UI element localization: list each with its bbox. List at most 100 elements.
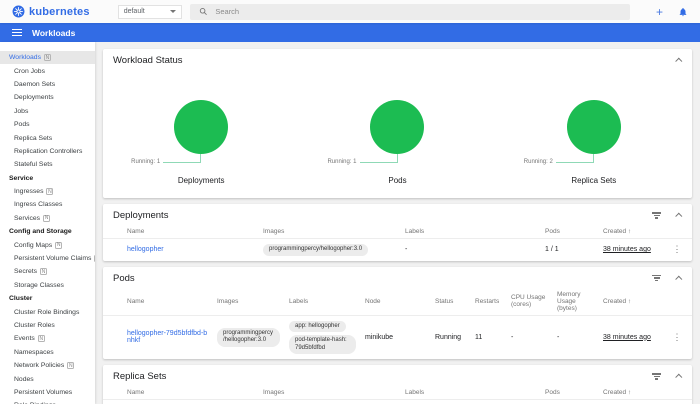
replica-sets-table-header: Name Images Labels Pods Created ↑ xyxy=(103,386,692,399)
sidebar-item-secrets[interactable]: Secrets N xyxy=(0,265,95,278)
topbar-actions: + xyxy=(656,6,688,18)
sidebar-item-role-bindings[interactable]: Role Bindings xyxy=(0,399,95,404)
col-name[interactable]: Name xyxy=(127,298,217,305)
col-images[interactable]: Images xyxy=(217,298,289,305)
create-resource-button[interactable]: + xyxy=(656,6,663,18)
filter-icon[interactable] xyxy=(652,211,661,220)
namespaced-badge: N xyxy=(46,188,54,196)
deployments-pie-chart: Running: 1 Deployments xyxy=(103,70,299,198)
col-node[interactable]: Node xyxy=(365,298,435,305)
namespace-value: default xyxy=(123,8,145,15)
menu-hamburger-icon[interactable] xyxy=(12,27,22,38)
col-name[interactable]: Name xyxy=(127,389,263,396)
replica-sets-pie-chart: Running: 2 Replica Sets xyxy=(496,70,692,198)
namespaced-badge: N xyxy=(67,362,75,370)
cpu-cell: - xyxy=(511,333,514,341)
filter-icon[interactable] xyxy=(652,372,661,381)
node-cell: minikube xyxy=(365,333,394,341)
sidebar-item-persistent-volumes[interactable]: Persistent Volumes xyxy=(0,386,95,399)
pod-name-link[interactable]: hellogopher-79d5bfdfbd-bnhkf xyxy=(127,330,217,344)
replica-sets-title: Replica Sets xyxy=(113,371,167,382)
sidebar-item-nodes[interactable]: Nodes xyxy=(0,372,95,385)
sidebar-item-cluster-role-bindings[interactable]: Cluster Role Bindings xyxy=(0,305,95,318)
col-created[interactable]: Created ↑ xyxy=(603,389,670,396)
chart-title: Pods xyxy=(388,176,407,185)
col-status[interactable]: Status xyxy=(435,298,475,305)
col-cpu[interactable]: CPU Usage (cores) xyxy=(511,294,557,308)
restarts-cell: 11 xyxy=(475,333,483,341)
namespaced-badge: N xyxy=(43,214,51,222)
sidebar-item-replica-sets[interactable]: Replica Sets xyxy=(0,131,95,144)
namespaced-badge: N xyxy=(37,335,45,343)
replica-sets-card: Replica Sets Name Images Labels Pods Cre… xyxy=(103,365,692,404)
sidebar-item-config-maps[interactable]: Config Maps N xyxy=(0,238,95,251)
sidebar-item-stateful-sets[interactable]: Stateful Sets xyxy=(0,158,95,171)
sidebar-nav: Workloads N Cron Jobs Daemon Sets Deploy… xyxy=(0,42,95,404)
sidebar-item-ingress-classes[interactable]: Ingress Classes xyxy=(0,198,95,211)
sidebar-item-ingresses[interactable]: Ingresses N xyxy=(0,185,95,198)
pods-title: Pods xyxy=(113,272,135,284)
status-cell: Running xyxy=(435,333,462,341)
col-labels[interactable]: Labels xyxy=(405,228,545,235)
collapse-chevron-up-icon[interactable] xyxy=(675,57,683,65)
collapse-chevron-up-icon[interactable] xyxy=(675,275,683,283)
col-pods[interactable]: Pods xyxy=(545,228,603,235)
sidebar-item-events[interactable]: Events N xyxy=(0,332,95,345)
col-created[interactable]: Created ↑ xyxy=(603,298,670,305)
deployments-title: Deployments xyxy=(113,210,169,221)
collapse-chevron-up-icon[interactable] xyxy=(675,212,683,220)
kubernetes-wheel-icon xyxy=(12,5,25,18)
pods-pie-chart: Running: 1 Pods xyxy=(299,70,495,198)
col-labels[interactable]: Labels xyxy=(405,389,545,396)
col-memory[interactable]: Memory Usage (bytes) xyxy=(557,291,603,312)
sidebar-item-deployments[interactable]: Deployments xyxy=(0,91,95,104)
labels-cell: app: hellogopher pod-template-hash: 79d5… xyxy=(289,320,365,354)
sidebar-item-cluster-roles[interactable]: Cluster Roles xyxy=(0,319,95,332)
deployment-name-link[interactable]: hellogopher xyxy=(127,246,263,253)
kubernetes-logo[interactable]: kubernetes xyxy=(12,5,90,18)
row-menu-button[interactable]: ⋮ xyxy=(670,332,684,343)
created-cell: 38 minutes ago xyxy=(603,333,651,341)
sidebar-item-storage-classes[interactable]: Storage Classes xyxy=(0,279,95,292)
col-images[interactable]: Images xyxy=(263,389,405,396)
sidebar-item-services[interactable]: Services N xyxy=(0,212,95,225)
pie-circle xyxy=(174,100,229,154)
chevron-down-icon xyxy=(169,10,176,13)
sidebar-item-namespaces[interactable]: Namespaces xyxy=(0,346,95,359)
kubernetes-dashboard: kubernetes default + Workloads Workloads xyxy=(0,0,700,404)
workload-status-title: Workload Status xyxy=(113,55,183,66)
pods-table-header: Name Images Labels Node Status Restarts … xyxy=(103,288,692,315)
sidebar-item-network-policies[interactable]: Network Policies N xyxy=(0,359,95,372)
namespaced-badge: N xyxy=(43,54,51,62)
pods-cell: 1 / 1 xyxy=(545,246,559,254)
namespace-selector[interactable]: default xyxy=(117,4,182,19)
col-labels[interactable]: Labels xyxy=(289,298,365,305)
sidebar-item-replication-controllers[interactable]: Replication Controllers xyxy=(0,145,95,158)
pie-circle xyxy=(566,100,621,154)
col-pods[interactable]: Pods xyxy=(545,389,603,396)
top-header: kubernetes default + xyxy=(0,0,700,23)
sidebar-item-jobs[interactable]: Jobs xyxy=(0,105,95,118)
sidebar-item-pods[interactable]: Pods xyxy=(0,118,95,131)
col-images[interactable]: Images xyxy=(263,228,405,235)
namespaced-badge: N xyxy=(94,255,95,263)
sidebar-item-daemon-sets[interactable]: Daemon Sets xyxy=(0,78,95,91)
notifications-bell-icon[interactable] xyxy=(678,7,688,17)
chart-title: Deployments xyxy=(177,176,225,185)
search-input[interactable] xyxy=(215,7,621,16)
sidebar-item-workloads[interactable]: Workloads N xyxy=(0,51,95,65)
pie-callout-line xyxy=(555,154,594,163)
col-restarts[interactable]: Restarts xyxy=(475,298,511,305)
row-menu-button[interactable]: ⋮ xyxy=(670,244,684,255)
pod-row[interactable]: hellogopher-79d5bfdfbd-bnhkf programming… xyxy=(103,314,692,360)
col-created[interactable]: Created ↑ xyxy=(603,228,670,235)
labels-cell: - xyxy=(405,246,408,254)
search-bar[interactable] xyxy=(189,3,630,20)
replica-set-row[interactable]: hellogopher-79d5bfdfbd programmingpercy/… xyxy=(103,399,692,404)
filter-icon[interactable] xyxy=(652,274,661,283)
collapse-chevron-up-icon[interactable] xyxy=(675,373,683,381)
col-name[interactable]: Name xyxy=(127,228,263,235)
sidebar-item-persistent-volume-claims[interactable]: Persistent Volume Claims N xyxy=(0,252,95,265)
deployment-row[interactable]: hellogopher programmingpercy/hellogopher… xyxy=(103,238,692,261)
sidebar-item-cron-jobs[interactable]: Cron Jobs xyxy=(0,64,95,77)
